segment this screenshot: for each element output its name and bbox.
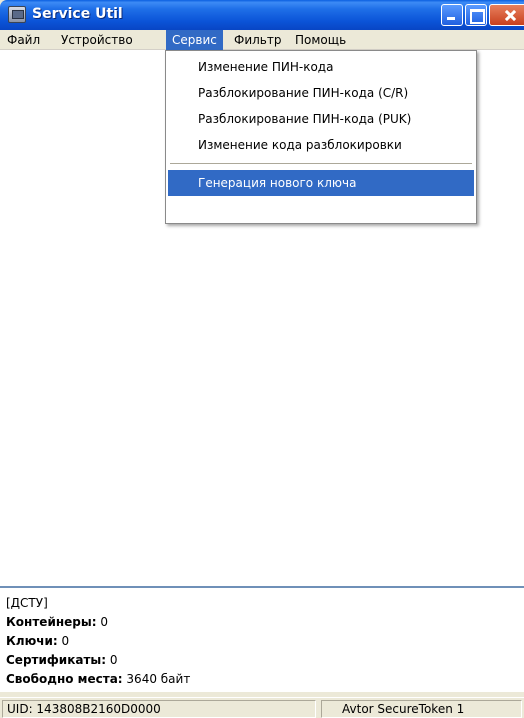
maximize-button[interactable] (465, 4, 487, 26)
menu-service[interactable]: Сервис (166, 30, 223, 50)
containers-value: 0 (100, 615, 108, 629)
menu-separator (170, 163, 472, 164)
free-space-value: 3640 байт (126, 672, 191, 686)
info-free-space: Свободно места: 3640 байт (6, 670, 524, 689)
info-header: [ДСТУ] (6, 596, 48, 610)
keys-value: 0 (61, 634, 70, 648)
info-keys: Ключи: 0 (6, 632, 524, 651)
close-button[interactable] (489, 4, 524, 26)
window-title: Service Util (32, 6, 123, 22)
info-certificates: Сертификаты: 0 (6, 651, 524, 670)
menu-item-change-pin[interactable]: Изменение ПИН-кода (166, 54, 476, 80)
app-icon[interactable] (8, 6, 26, 23)
keys-label: Ключи: (6, 634, 58, 648)
free-space-label: Свободно места: (6, 672, 123, 686)
title-bar[interactable]: Service Util (0, 0, 524, 30)
menu-device[interactable]: Устройство (55, 30, 139, 50)
status-device: Avtor SecureToken 1 (321, 700, 522, 718)
token-info-panel: [ДСТУ] Контейнеры: 0 Ключи: 0 Сертификат… (0, 588, 524, 692)
menu-filter[interactable]: Фильтр (228, 30, 287, 50)
menu-item-unblock-pin-cr[interactable]: Разблокирование ПИН-кода (C/R) (166, 80, 476, 106)
status-uid: UID: 143808B2160D0000 (2, 700, 316, 718)
menu-item-generate-key[interactable]: Генерация нового ключа (168, 170, 474, 196)
menu-file[interactable]: Файл (1, 30, 46, 50)
certificates-value: 0 (109, 653, 118, 667)
menu-item-unblock-pin-puk[interactable]: Разблокирование ПИН-кода (PUK) (166, 106, 476, 132)
menu-help[interactable]: Помощь (289, 30, 352, 50)
menu-bar: Файл Устройство Сервис Фильтр Помощь (0, 30, 524, 50)
minimize-button[interactable] (441, 4, 463, 26)
status-bar: UID: 143808B2160D0000 Avtor SecureToken … (0, 697, 524, 718)
menu-item-change-unblock-code[interactable]: Изменение кода разблокировки (166, 132, 476, 158)
certificates-label: Сертификаты: (6, 653, 107, 667)
containers-label: Контейнеры: (6, 615, 97, 629)
service-dropdown-menu: Изменение ПИН-кода Разблокирование ПИН-к… (165, 50, 477, 224)
app-window: Service Util Файл Устройство Сервис Филь… (0, 0, 524, 718)
info-containers: Контейнеры: 0 (6, 613, 524, 632)
